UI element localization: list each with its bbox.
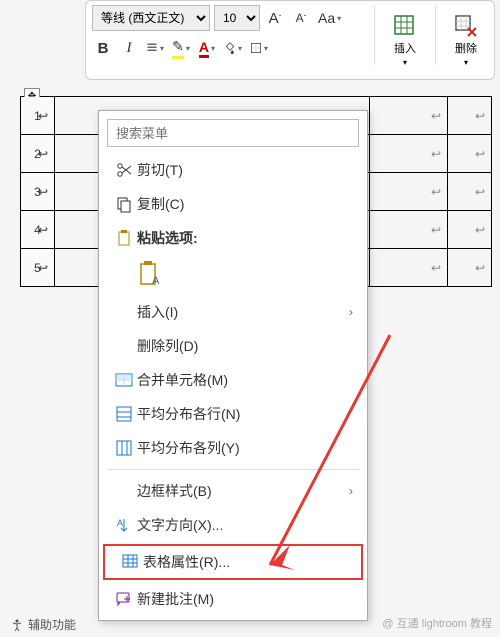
text-direction-icon: A [111,516,137,534]
merge-cells-icon [111,371,137,389]
distribute-cols-icon [111,439,137,457]
menu-label: 文字方向(X)... [137,515,353,535]
delete-table-icon [454,14,478,38]
insert-button[interactable]: 插入▾ [383,5,427,75]
menu-label: 粘贴选项: [137,228,353,248]
menu-distribute-rows[interactable]: 平均分布各行(N) [99,397,367,431]
highlight-button[interactable]: ✎ [170,35,192,61]
menu-search-input[interactable] [107,119,359,147]
change-case-button[interactable]: Aa [316,5,343,31]
paste-option-keep-text[interactable]: A [99,255,367,295]
menu-delete-column[interactable]: 删除列(D) [99,329,367,363]
bold-button[interactable]: B [92,35,114,61]
mini-toolbar: 等线 (西文正文) 10 Aˆ Aˇ Aa B I ✎ A 插入▾ 删除▾ [85,0,495,80]
copy-icon [111,195,137,213]
font-color-button[interactable]: A [196,35,218,61]
svg-text:A: A [152,275,160,287]
context-menu: 剪切(T) 复制(C) 粘贴选项: A 插入(I) › 删除列(D) 合并单元格… [98,110,368,621]
table-properties-icon [117,553,143,571]
paste-text-icon: A [137,260,163,290]
insert-table-icon [393,14,417,38]
chevron-right-icon: › [349,484,353,498]
menu-label: 表格属性(R)... [143,552,347,572]
menu-insert[interactable]: 插入(I) › [99,295,367,329]
menu-label: 复制(C) [137,194,353,214]
distribute-rows-icon [111,405,137,423]
shading-button[interactable] [222,35,244,61]
clipboard-icon [111,229,137,247]
menu-label: 剪切(T) [137,160,353,180]
menu-label: 新建批注(M) [137,589,353,609]
delete-button[interactable]: 删除▾ [444,5,488,75]
menu-label: 平均分布各行(N) [137,404,353,424]
menu-paste-options: 粘贴选项: [99,221,367,255]
watermark: @ 互通 lightroom 教程 [382,615,492,631]
menu-label: 平均分布各列(Y) [137,438,353,458]
menu-label: 插入(I) [137,302,349,322]
italic-button[interactable]: I [118,35,140,61]
accessibility-icon [10,618,24,632]
chevron-right-icon: › [349,305,353,319]
comment-icon [111,590,137,608]
menu-border-style[interactable]: 边框样式(B) › [99,474,367,508]
menu-cut[interactable]: 剪切(T) [99,153,367,187]
font-family-select[interactable]: 等线 (西文正文) [92,5,210,31]
increase-font-button[interactable]: Aˆ [264,5,286,31]
menu-label: 合并单元格(M) [137,370,353,390]
borders-button[interactable] [248,35,270,61]
svg-text:A: A [117,518,123,528]
decrease-font-button[interactable]: Aˇ [290,5,312,31]
menu-copy[interactable]: 复制(C) [99,187,367,221]
menu-label: 边框样式(B) [137,481,349,501]
font-size-select[interactable]: 10 [214,5,260,31]
scissors-icon [111,161,137,179]
menu-distribute-cols[interactable]: 平均分布各列(Y) [99,431,367,465]
align-button[interactable] [144,35,166,61]
status-bar-a11y[interactable]: 辅助功能 [10,616,76,633]
menu-merge-cells[interactable]: 合并单元格(M) [99,363,367,397]
menu-table-properties[interactable]: 表格属性(R)... [103,544,363,580]
menu-new-comment[interactable]: 新建批注(M) [99,582,367,616]
menu-label: 删除列(D) [137,336,353,356]
menu-text-direction[interactable]: A 文字方向(X)... [99,508,367,542]
